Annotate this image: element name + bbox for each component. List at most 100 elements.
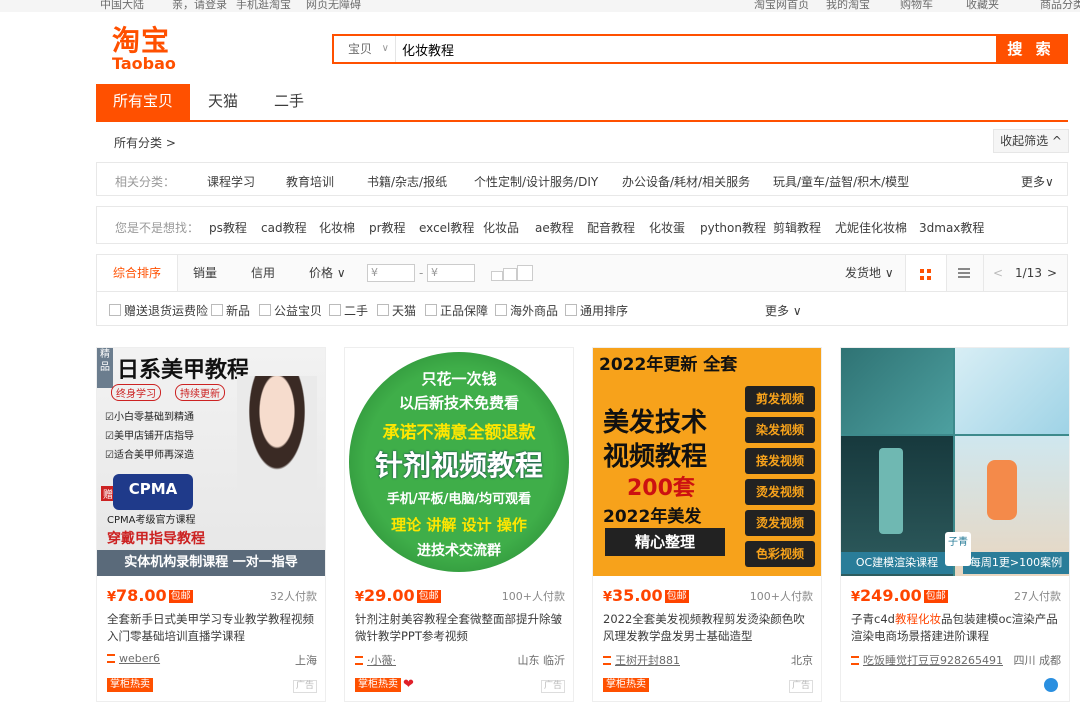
filter-overseas[interactable]: 海外商品 [495,302,558,319]
suggest-item[interactable]: 化妆品 [483,219,519,236]
ad-label: 广告 [788,680,813,693]
img-tag: 精品 [97,348,113,388]
shop-link[interactable]: 王树开封881 [603,652,680,668]
related-item[interactable]: 玩具/童车/益智/积木/模型 [773,173,909,190]
nav-accessibility[interactable]: 网页无障碍 [306,0,361,12]
sort-default[interactable]: 综合排序 [97,255,178,291]
img-tile [841,348,953,434]
img-big: 视频教程 [603,442,708,472]
filter-secondhand[interactable]: 二手 [329,302,368,319]
suggest-item[interactable]: ps教程 [209,219,247,236]
price-max-input[interactable]: ¥ [427,264,475,282]
product-image[interactable]: 2022年更新 全套 美发技术 视频教程 200套 2022年美发 精心整理 剪… [593,348,821,576]
img-footer: 实体机构录制课程 一对一指导 [97,550,325,576]
hot-badge: 掌柜热卖 [603,678,649,692]
tab-tmall[interactable]: 天猫 [192,84,254,120]
shop-link[interactable]: ·小薇· [355,652,396,668]
chevron-down-icon: ∨ [381,43,389,54]
product-sales: 32人付款 [270,590,317,603]
collapse-filter-button[interactable]: 收起筛选 ^ [993,129,1069,153]
filter-charity[interactable]: 公益宝贝 [259,302,322,319]
img-headline: 日系美甲教程 [117,358,250,383]
search-input[interactable] [402,36,992,62]
suggest-item[interactable]: 尤妮佳化妆棉 [835,219,907,236]
product-image[interactable]: 只花一次钱 以后新技术免费看 承诺不满意全额退款 针剂视频教程 手机/平板/电脑… [345,348,573,576]
hot-badge: 掌柜热卖 [355,678,401,692]
product-price: ¥78.00 包邮 [107,586,193,605]
filter-general-sort[interactable]: 通用排序 [565,302,628,319]
tab-all[interactable]: 所有宝贝 [96,84,190,120]
shop-link[interactable]: 吃饭睡觉打豆豆928265491 [851,652,1003,668]
sort-price[interactable]: 价格 ∨ [309,255,346,291]
related-item[interactable]: 书籍/杂志/报纸 [367,173,447,190]
related-item[interactable]: 课程学习 [207,173,255,190]
price-min-input[interactable]: ¥ [367,264,415,282]
prev-page-icon[interactable]: < [993,255,1003,291]
filter-genuine[interactable]: 正品保障 [425,302,488,319]
suggest-item[interactable]: python教程 [700,219,766,236]
nav-my-taobao[interactable]: 我的淘宝 [826,0,870,12]
nav-cart[interactable]: 购物车 [900,0,933,12]
product-title[interactable]: 全套新手日式美甲学习专业教学教程视频入门零基础培训直播学课程 [107,611,319,645]
suggest-item[interactable]: 3dmax教程 [919,219,984,236]
nav-login[interactable]: 亲，请登录 [172,0,227,12]
suggest-item[interactable]: ae教程 [535,219,574,236]
filter-more-button[interactable]: 更多 ∨ [765,302,802,319]
img-num: 200套 [627,476,695,501]
related-item[interactable]: 办公设备/耗材/相关服务 [622,173,750,190]
img-tag: 染发视频 [745,417,815,443]
product-location: 山东 临沂 [517,654,566,667]
related-item[interactable]: 个性定制/设计服务/DIY [474,173,598,190]
taobao-logo[interactable]: 淘宝 Taobao [112,26,192,72]
product-card[interactable]: 只花一次钱 以后新技术免费看 承诺不满意全额退款 针剂视频教程 手机/平板/电脑… [344,347,574,702]
product-location: 四川 成都 [1013,654,1062,667]
sort-credit[interactable]: 信用 [251,255,275,291]
suggest-item[interactable]: 剪辑教程 [773,219,821,236]
suggest-item[interactable]: cad教程 [261,219,307,236]
tab-secondhand[interactable]: 二手 [258,84,320,120]
grid-view-icon[interactable] [905,255,947,291]
shop-link[interactable]: weber6 [107,652,160,665]
nav-categories[interactable]: 商品分类 [1040,0,1080,12]
shop-icon [851,656,859,665]
product-card[interactable]: OC建模渲染课程 每周1更>100案例 子青 ¥249.00 包邮 27人付款 子… [840,347,1070,702]
suggest-item[interactable]: 配音教程 [587,219,635,236]
product-image[interactable]: OC建模渲染课程 每周1更>100案例 子青 [841,348,1069,576]
list-view-icon[interactable] [947,255,984,291]
nav-home[interactable]: 淘宝网首页 [754,0,809,12]
search-button[interactable]: 搜 索 [996,36,1066,62]
product-card[interactable]: 精品 日系美甲教程 终身学习 持续更新 ☑小白零基础到精通 ☑美甲店铺开店指导 ☑适… [96,347,326,702]
img-line: 进技术交流群 [417,543,501,559]
nav-favorites[interactable]: 收藏夹 [966,0,999,12]
breadcrumb[interactable]: 所有分类 > [114,134,176,151]
product-title[interactable]: 子青c4d教程化妆品包装建模oc渲染产品渲染电商场景搭建进阶课程 [851,611,1063,645]
img-line: 手机/平板/电脑/均可观看 [386,492,532,507]
product-title[interactable]: 2022全套美发视频教程剪发烫染颜色吹风理发教学盘发男士基础造型 [603,611,815,645]
related-more-button[interactable]: 更多∨ [1021,173,1054,190]
img-seal: 子青 [945,532,971,566]
sort-sales[interactable]: 销量 [193,255,217,291]
search-box: 宝贝∨ 搜 索 [332,34,1068,64]
product-image[interactable]: 精品 日系美甲教程 终身学习 持续更新 ☑小白零基础到精通 ☑美甲店铺开店指导 ☑适… [97,348,325,576]
img-line: 承诺不满意全额退款 [382,423,536,443]
product-price: ¥29.00 包邮 [355,586,441,605]
filter-tmall[interactable]: 天猫 [377,302,416,319]
product-card[interactable]: 2022年更新 全套 美发技术 视频教程 200套 2022年美发 精心整理 剪… [592,347,822,702]
nav-mobile[interactable]: 手机逛淘宝 [236,0,291,12]
suggest-item[interactable]: pr教程 [369,219,406,236]
img-tag: 接发视频 [745,448,815,474]
img-line: 只花一次钱 [421,370,497,388]
suggest-item[interactable]: excel教程 [419,219,474,236]
related-item[interactable]: 教育培训 [286,173,334,190]
ship-from-select[interactable]: 发货地 ∨ [845,255,894,291]
suggest-item[interactable]: 化妆蛋 [649,219,685,236]
search-scope-select[interactable]: 宝贝 ∨ [334,36,396,62]
next-page-icon[interactable]: > [1047,255,1057,291]
chat-bubble-icon[interactable] [1044,678,1058,692]
suggest-item[interactable]: 化妆棉 [319,219,355,236]
view-size-icon[interactable] [491,265,545,281]
nav-region[interactable]: 中国大陆 [100,0,144,12]
filter-new[interactable]: 新品 [211,302,250,319]
product-title[interactable]: 针剂注射美容教程全套微整面部提升除皱微针教学PPT参考视频 [355,611,567,645]
filter-freight-insurance[interactable]: 赠送退货运费险 [109,302,208,319]
